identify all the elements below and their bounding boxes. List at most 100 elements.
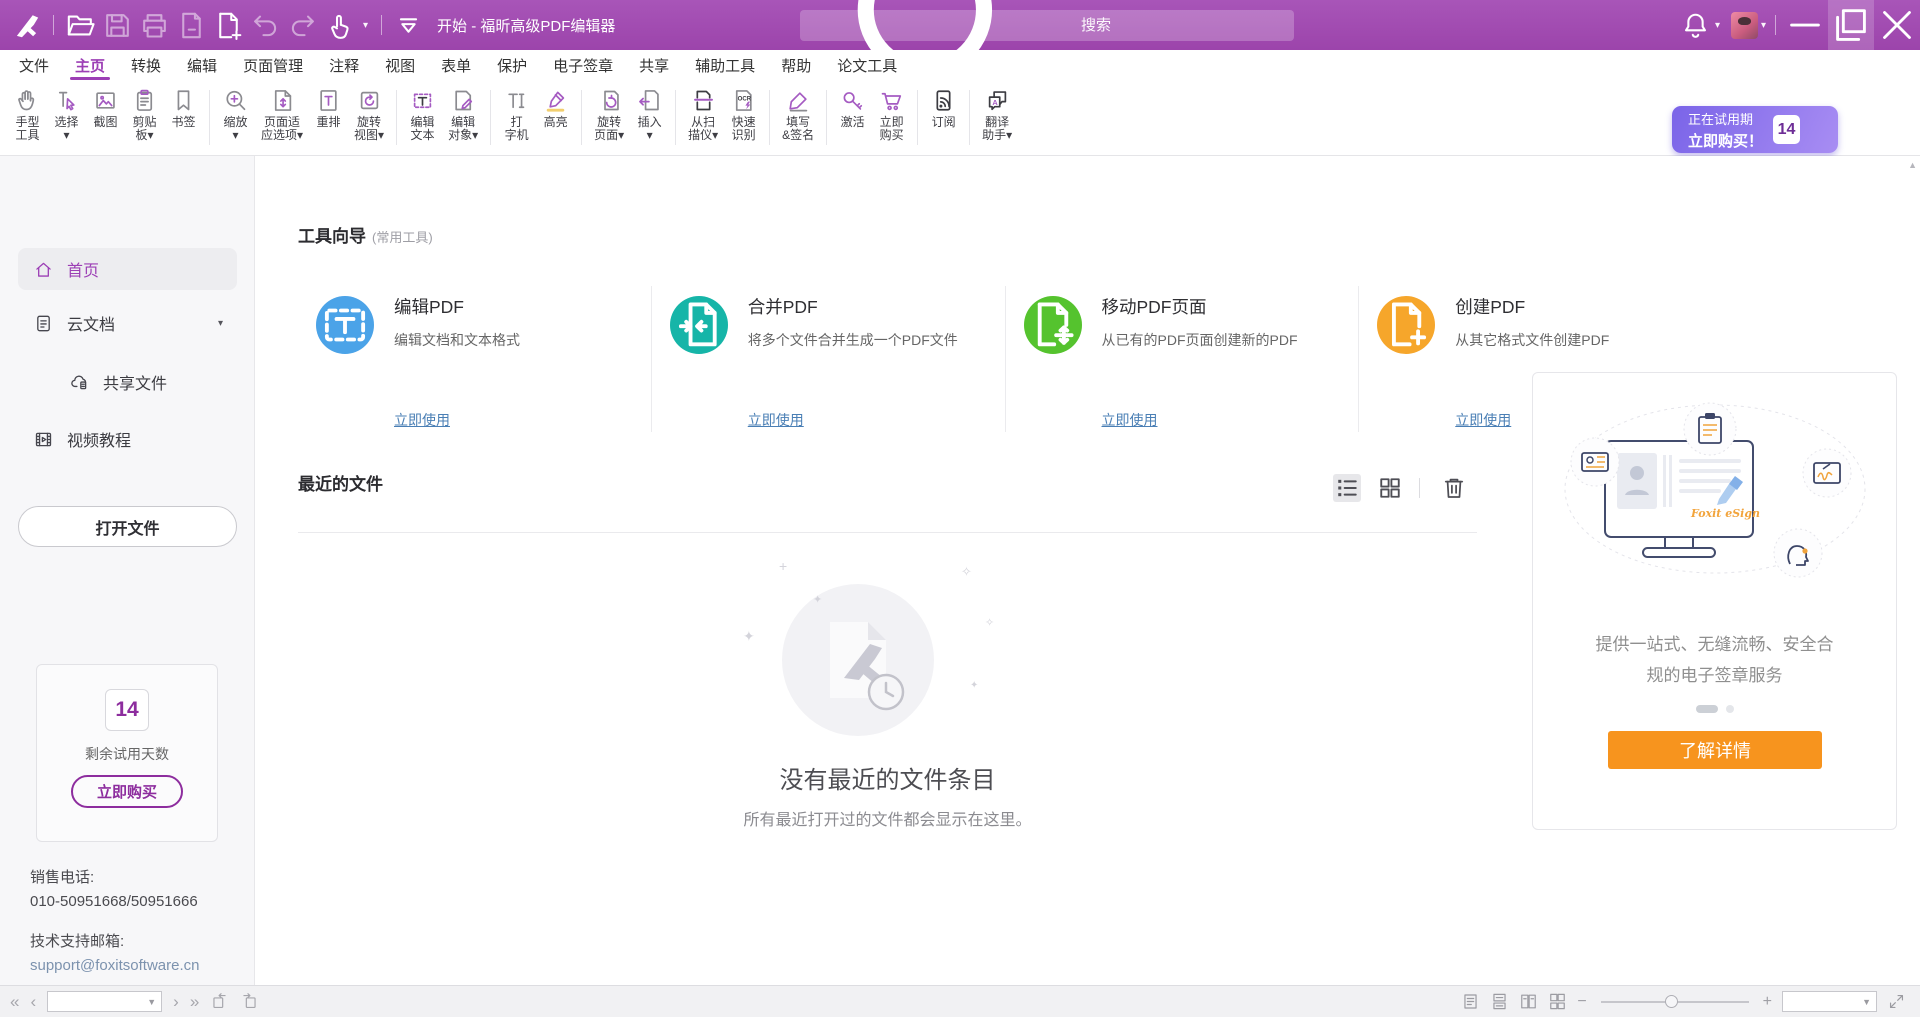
touch-select-icon[interactable]: [323, 9, 356, 42]
sidebar-item-视频教程[interactable]: 视频教程: [18, 418, 237, 460]
open-file-button[interactable]: 打开文件: [18, 506, 237, 547]
fullscreen-button[interactable]: [1887, 992, 1906, 1011]
use-now-link[interactable]: 立即使用: [748, 410, 804, 430]
search-input[interactable]: [1079, 16, 1282, 35]
support-email-link[interactable]: support@foxitsoftware.cn: [30, 954, 199, 978]
search-box[interactable]: [800, 10, 1294, 41]
sidebar-item-首页[interactable]: 首页: [18, 248, 237, 290]
menu-tab-共享[interactable]: 共享: [626, 50, 682, 80]
close-button[interactable]: [1874, 0, 1920, 50]
first-page-button[interactable]: «: [10, 993, 19, 1010]
menu-tab-电子签章[interactable]: 电子签章: [540, 50, 626, 80]
previous-page-button[interactable]: ‹: [30, 993, 36, 1010]
bell-caret-icon[interactable]: ▾: [1715, 20, 1720, 31]
toolbar-button-rotate-page[interactable]: 旋转 页面▾: [588, 80, 630, 155]
sidebar-item-共享文件[interactable]: 共享文件: [18, 361, 273, 403]
use-now-link[interactable]: 立即使用: [1455, 410, 1511, 430]
tool-card-移动PDF页面[interactable]: 移动PDF页面从已有的PDF页面创建新的PDF立即使用: [1006, 284, 1359, 434]
toolbar-button-subscribe[interactable]: 订阅: [924, 80, 963, 155]
toolbar-button-label: 选择 ▾: [54, 116, 78, 142]
use-now-link[interactable]: 立即使用: [1102, 410, 1158, 430]
notifications-bell-icon[interactable]: [1679, 9, 1712, 42]
maximize-restore-button[interactable]: [1828, 0, 1874, 50]
previous-view-button[interactable]: [210, 992, 229, 1011]
next-view-button[interactable]: [240, 992, 259, 1011]
zoom-slider[interactable]: [1601, 1001, 1749, 1003]
toolbar-button-edit-object[interactable]: 编辑 对象▾: [442, 80, 484, 155]
zoom-in-button[interactable]: +: [1763, 993, 1772, 1011]
single-page-view-button[interactable]: [1461, 992, 1480, 1011]
foxit-logo-icon[interactable]: [10, 9, 43, 42]
toolbar-button-select-tool[interactable]: 选择 ▾: [47, 80, 86, 155]
toolbar-button-hand-tool[interactable]: 手型 工具: [8, 80, 47, 155]
list-view-button[interactable]: [1333, 474, 1361, 502]
grid-view-button[interactable]: [1376, 474, 1404, 502]
toolbar-button-clipboard[interactable]: 剪贴 板▾: [125, 80, 164, 155]
zoom-out-button[interactable]: −: [1577, 993, 1586, 1011]
toolbar-button-reflow[interactable]: 重排: [309, 80, 348, 155]
toolbar-button-zoom-tool[interactable]: 缩放 ▾: [216, 80, 255, 155]
collapse-ribbon-icon[interactable]: [392, 9, 425, 42]
toolbar-button-activate[interactable]: 激活: [833, 80, 872, 155]
toolbar-group-separator: [675, 90, 676, 145]
zoom-slider-thumb[interactable]: [1665, 995, 1678, 1008]
menu-tab-视图[interactable]: 视图: [372, 50, 428, 80]
toolbar-button-label: 截图: [93, 116, 117, 129]
tool-card-合并PDF[interactable]: 合并PDF将多个文件合并生成一个PDF文件立即使用: [652, 284, 1005, 434]
menu-tab-主页[interactable]: 主页: [62, 50, 118, 80]
zoom-level-combobox[interactable]: ▼: [1782, 991, 1877, 1012]
tool-card-编辑PDF[interactable]: 编辑PDF编辑文档和文本格式立即使用: [298, 284, 651, 434]
toolbar-button-edit-text[interactable]: 编辑 文本: [403, 80, 442, 155]
toolbar-button-cart[interactable]: 立即 购买: [872, 80, 911, 155]
menu-tab-帮助[interactable]: 帮助: [768, 50, 824, 80]
toolbar-button-typewriter[interactable]: 打 字机: [497, 80, 536, 155]
toolbar-button-rotate-view[interactable]: 旋转 视图▾: [348, 80, 390, 155]
menu-tab-页面管理[interactable]: 页面管理: [230, 50, 316, 80]
toolbar-button-highlight[interactable]: 高亮: [536, 80, 575, 155]
next-page-button[interactable]: ›: [173, 993, 179, 1010]
continuous-view-button[interactable]: [1490, 992, 1509, 1011]
toolbar-button-insert-page[interactable]: 插入 ▾: [630, 80, 669, 155]
esign-promo-line1: 提供一站式、无缝流畅、安全合: [1533, 629, 1896, 660]
minimize-button[interactable]: [1782, 0, 1828, 50]
buy-now-button[interactable]: 立即购买: [71, 775, 183, 808]
scrollbar-up-arrow[interactable]: ▲: [1908, 160, 1917, 170]
menu-tab-文件[interactable]: 文件: [6, 50, 62, 80]
facing-view-button[interactable]: [1519, 992, 1538, 1011]
toolbar-button-label: 编辑 文本: [411, 116, 435, 142]
menu-tab-论文工具[interactable]: 论文工具: [824, 50, 910, 80]
menu-tab-表单[interactable]: 表单: [428, 50, 484, 80]
toolbar-button-scanner[interactable]: 从扫 描仪▾: [682, 80, 724, 155]
toolbar-button-bookmark[interactable]: 书签: [164, 80, 203, 155]
menu-tab-转换[interactable]: 转换: [118, 50, 174, 80]
toolbar-button-fit-page[interactable]: 页面适 应选项▾: [255, 80, 309, 155]
tool-card-title: 编辑PDF: [394, 294, 464, 319]
sparkle-decoration: ✧: [961, 564, 972, 580]
clear-recent-trash-button[interactable]: [1440, 474, 1468, 502]
carousel-dot-active[interactable]: [1696, 705, 1718, 713]
user-avatar[interactable]: [1731, 12, 1758, 39]
use-now-link[interactable]: 立即使用: [394, 410, 450, 430]
toolbar-button-translate[interactable]: A翻译 助手▾: [976, 80, 1018, 155]
expand-caret-icon[interactable]: ▾: [218, 318, 223, 329]
touch-select-caret-icon[interactable]: ▾: [363, 20, 368, 31]
toolbar-button-fill-sign[interactable]: 填写 &签名: [776, 80, 820, 155]
last-page-button[interactable]: »: [190, 993, 199, 1010]
sidebar-item-云文档[interactable]: 云文档▾: [18, 302, 237, 344]
toolbar-button-snapshot[interactable]: 截图: [86, 80, 125, 155]
learn-more-button[interactable]: 了解详情: [1608, 731, 1822, 769]
page-number-combobox[interactable]: ▼: [47, 991, 162, 1012]
combobox-caret-icon: ▼: [1862, 997, 1871, 1007]
menu-tab-辅助工具[interactable]: 辅助工具: [682, 50, 768, 80]
toolbar-button-ocr[interactable]: OCR快速 识别: [724, 80, 763, 155]
folder-open-icon[interactable]: [64, 9, 97, 42]
trial-banner[interactable]: 正在试用期 立即购买！ 14: [1672, 106, 1838, 153]
toolbar-button-label: 从扫 描仪▾: [688, 116, 718, 142]
menu-tab-注释[interactable]: 注释: [316, 50, 372, 80]
menu-tab-编辑[interactable]: 编辑: [174, 50, 230, 80]
avatar-caret-icon[interactable]: ▾: [1761, 20, 1766, 31]
facing-continuous-view-button[interactable]: [1548, 992, 1567, 1011]
page-new-icon[interactable]: [212, 9, 245, 42]
menu-tab-保护[interactable]: 保护: [484, 50, 540, 80]
carousel-dot[interactable]: [1726, 705, 1734, 713]
